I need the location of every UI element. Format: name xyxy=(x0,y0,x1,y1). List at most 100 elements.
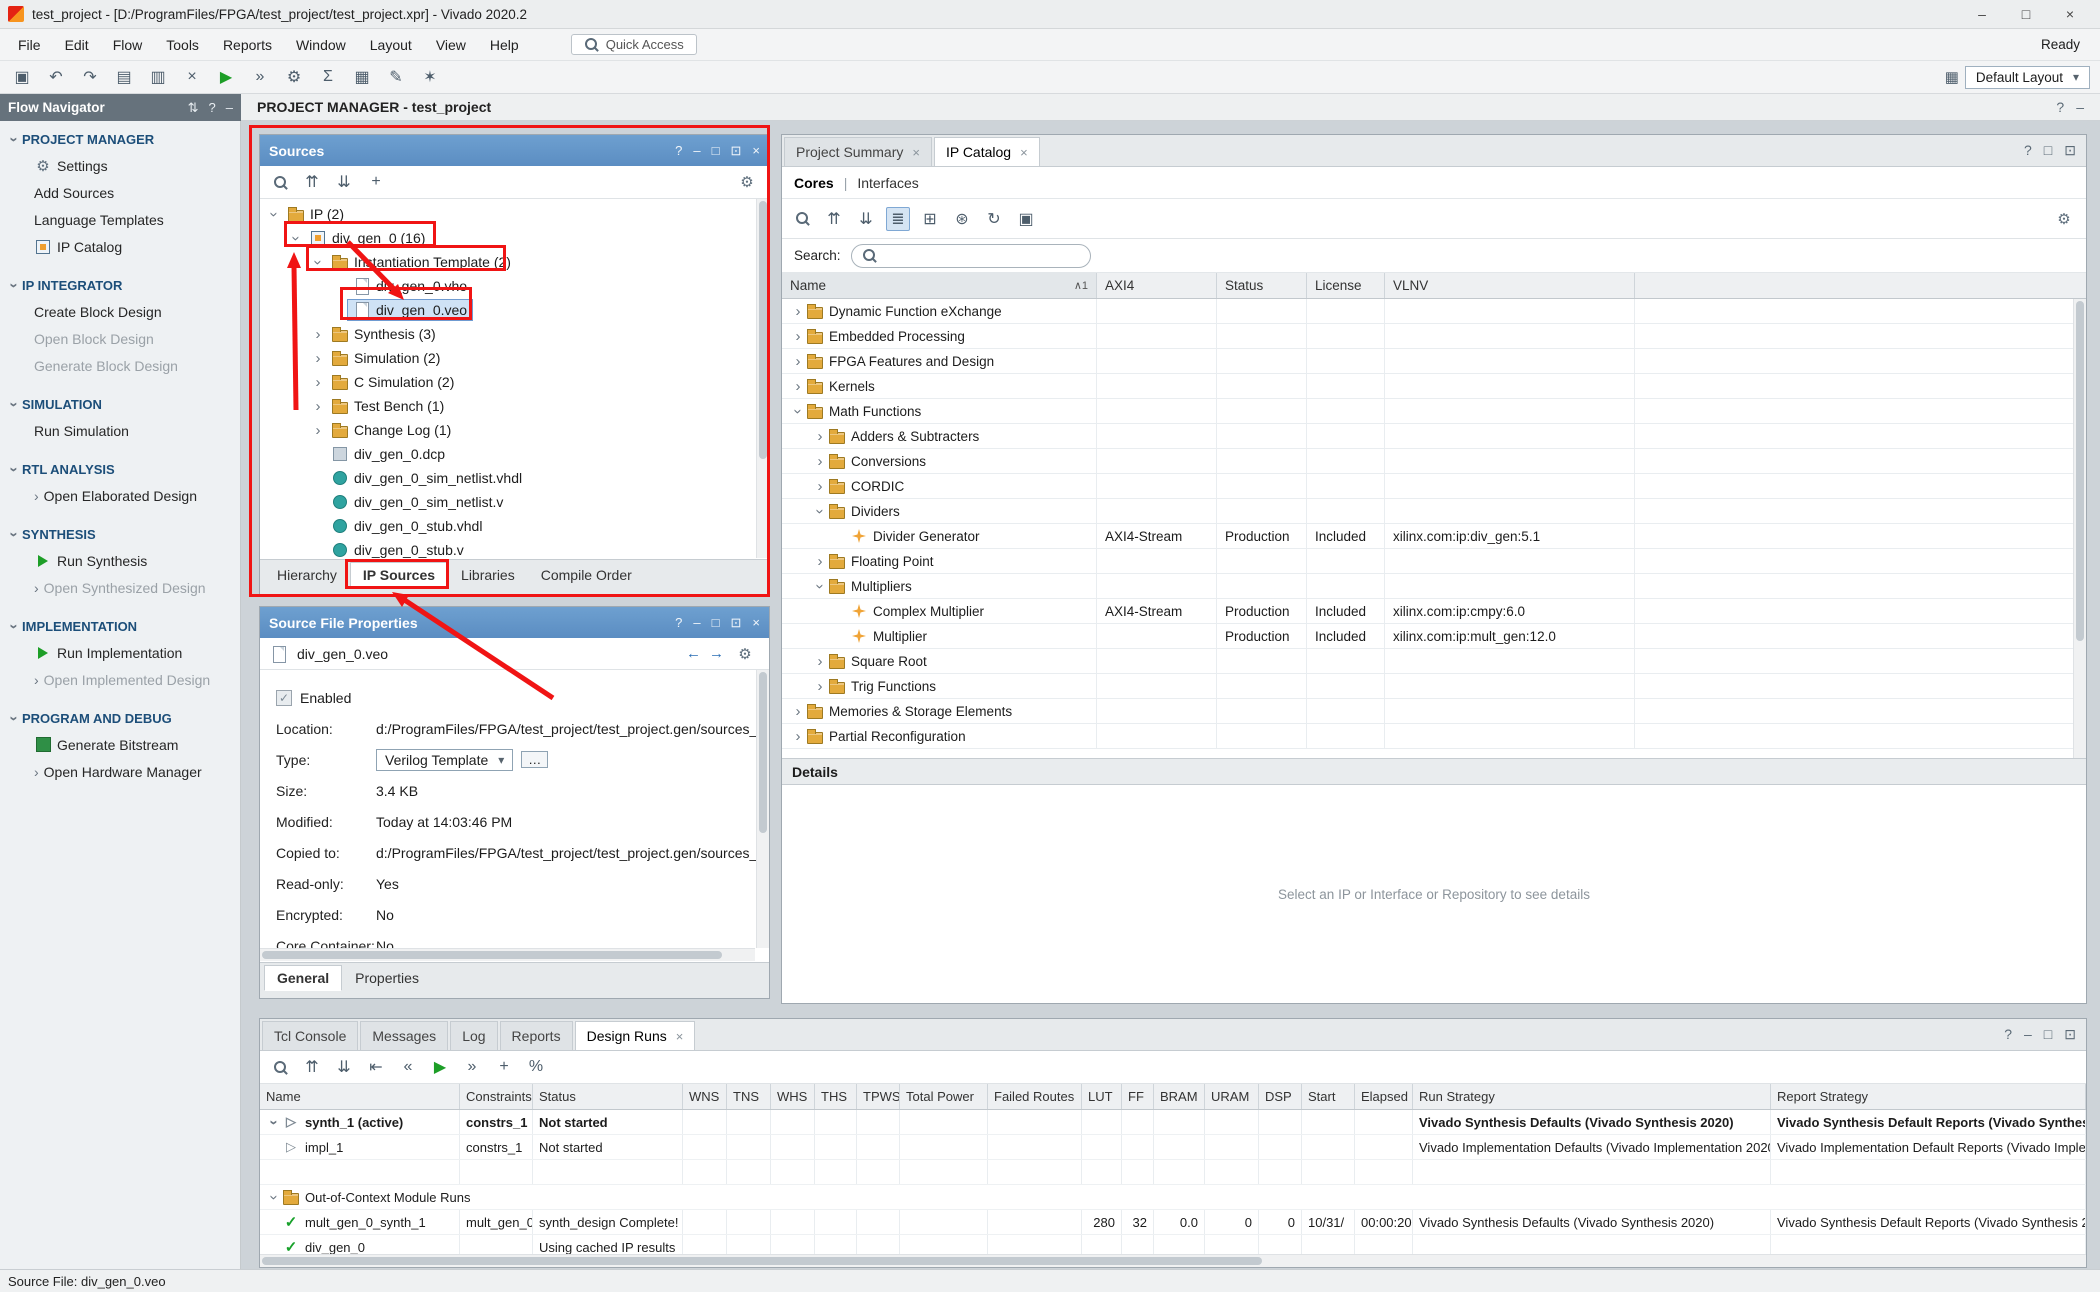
run-icon[interactable]: ▶ xyxy=(428,1055,452,1079)
catalog-scrollbar[interactable] xyxy=(2073,299,2086,758)
expander-closed-icon[interactable]: › xyxy=(812,478,828,495)
float-icon[interactable]: ⊡ xyxy=(2064,1026,2076,1043)
flow-item-ip-catalog[interactable]: IP Catalog xyxy=(0,233,240,260)
catalog-row-trig-functions[interactable]: ›Trig Functions xyxy=(782,674,2086,699)
window-maximize-button[interactable]: □ xyxy=(2004,1,2048,28)
step-back-icon[interactable]: « xyxy=(396,1055,420,1079)
catalog-row-adders-subtracters[interactable]: ›Adders & Subtracters xyxy=(782,424,2086,449)
tree-item-div-gen-0-16[interactable]: ›div_gen_0 (16) xyxy=(260,226,769,250)
help-icon[interactable]: ? xyxy=(2024,142,2032,159)
collapse-all-icon[interactable]: ⇈ xyxy=(300,170,324,194)
tree-item-div-gen-0-stub-v[interactable]: ·div_gen_0_stub.v xyxy=(260,538,769,559)
tree-item-ip-2[interactable]: ›IP (2) xyxy=(260,202,769,226)
maximize-icon[interactable]: □ xyxy=(712,143,720,159)
flow-item-open-hardware-manager[interactable]: ›Open Hardware Manager xyxy=(0,758,240,785)
tree-item-simulation-2[interactable]: ›Simulation (2) xyxy=(260,346,769,370)
sum-icon[interactable]: Σ xyxy=(316,65,340,89)
float-icon[interactable]: ⊡ xyxy=(731,143,742,159)
tree-item-synthesis-3[interactable]: ›Synthesis (3) xyxy=(260,322,769,346)
column-header-vlnv[interactable]: VLNV xyxy=(1385,273,1635,298)
flow-item-add-sources[interactable]: Add Sources xyxy=(0,179,240,206)
flow-item-open-elaborated-design[interactable]: ›Open Elaborated Design xyxy=(0,482,240,509)
catalog-row-memories-storage-elements[interactable]: ›Memories & Storage Elements xyxy=(782,699,2086,724)
enabled-checkbox[interactable]: ✓ xyxy=(276,690,292,706)
expander-closed-icon[interactable]: › xyxy=(812,653,828,670)
column-header-start[interactable]: Start xyxy=(1302,1084,1355,1109)
catalog-row-floating-point[interactable]: ›Floating Point xyxy=(782,549,2086,574)
column-header-bram[interactable]: BRAM xyxy=(1154,1084,1205,1109)
help-icon[interactable]: ? xyxy=(209,100,216,116)
expander-closed-icon[interactable]: › xyxy=(790,728,806,745)
copy-icon[interactable]: ▥ xyxy=(146,65,170,89)
expander-closed-icon[interactable]: › xyxy=(790,378,806,395)
expander-closed-icon[interactable]: › xyxy=(310,350,326,367)
column-header-license[interactable]: License xyxy=(1307,273,1385,298)
flow-item-create-block-design[interactable]: Create Block Design xyxy=(0,298,240,325)
properties-tab-general[interactable]: General xyxy=(264,965,342,991)
catalog-row-multipliers[interactable]: ›Multipliers xyxy=(782,574,2086,599)
save-icon[interactable]: ▣ xyxy=(10,65,34,89)
catalog-row-dividers[interactable]: ›Dividers xyxy=(782,499,2086,524)
column-header-constraints[interactable]: Constraints xyxy=(460,1084,533,1109)
collapse-all-icon[interactable]: ⇈ xyxy=(300,1055,324,1079)
flow-item-open-synthesized-design[interactable]: ›Open Synthesized Design xyxy=(0,574,240,601)
flow-section-header-synthesis[interactable]: ›SYNTHESIS xyxy=(0,522,240,547)
search-icon[interactable] xyxy=(268,170,292,194)
settings-icon[interactable]: ⚙ xyxy=(282,65,306,89)
tree-item-c-simulation-2[interactable]: ›C Simulation (2) xyxy=(260,370,769,394)
float-icon[interactable]: ⊡ xyxy=(2064,142,2076,159)
tree-item-change-log-1[interactable]: ›Change Log (1) xyxy=(260,418,769,442)
properties-hscrollbar[interactable] xyxy=(260,948,755,961)
tab-log[interactable]: Log xyxy=(450,1021,497,1050)
expander-closed-icon[interactable]: › xyxy=(790,703,806,720)
menu-tools[interactable]: Tools xyxy=(154,32,211,58)
save-file-icon[interactable]: ▤ xyxy=(112,65,136,89)
flow-item-open-block-design[interactable]: Open Block Design xyxy=(0,325,240,352)
window-close-button[interactable]: × xyxy=(2048,1,2092,28)
flow-item-generate-bitstream[interactable]: Generate Bitstream xyxy=(0,731,240,758)
properties-tab-properties[interactable]: Properties xyxy=(342,965,432,991)
menu-flow[interactable]: Flow xyxy=(101,32,155,58)
sources-scrollbar[interactable] xyxy=(756,199,769,558)
subtab-interfaces[interactable]: Interfaces xyxy=(857,175,918,191)
scrollbar-thumb[interactable] xyxy=(759,201,767,459)
tab-reports[interactable]: Reports xyxy=(500,1021,573,1050)
sources-tab-compile-order[interactable]: Compile Order xyxy=(528,562,645,588)
flow-item-run-implementation[interactable]: Run Implementation xyxy=(0,639,240,666)
gear-icon[interactable]: ⚙ xyxy=(738,173,756,191)
column-header-dsp[interactable]: DSP xyxy=(1259,1084,1302,1109)
scrollbar-thumb[interactable] xyxy=(262,1257,1262,1265)
gear-icon[interactable]: ⚙ xyxy=(2055,210,2073,228)
menu-layout[interactable]: Layout xyxy=(358,32,424,58)
expander-closed-icon[interactable]: › xyxy=(790,353,806,370)
properties-icon[interactable]: ▣ xyxy=(1014,207,1038,231)
run-row-synth-1-active[interactable]: ›▷synth_1 (active)constrs_1Not startedVi… xyxy=(260,1110,2086,1135)
redo-icon[interactable]: ↷ xyxy=(78,65,102,89)
run-row-mult-gen-0-synth-1[interactable]: ·✓mult_gen_0_synth_1mult_gen_0synth_desi… xyxy=(260,1210,2086,1235)
float-icon[interactable]: ⊡ xyxy=(731,615,742,631)
column-header-status[interactable]: Status xyxy=(533,1084,683,1109)
catalog-row-cordic[interactable]: ›CORDIC xyxy=(782,474,2086,499)
tree-item-div-gen-0-sim-netlist-vhdl[interactable]: ·div_gen_0_sim_netlist.vhdl xyxy=(260,466,769,490)
hierarchy-view-icon[interactable]: ≣ xyxy=(886,207,910,231)
layout-selector[interactable]: Default Layout ▾ xyxy=(1965,66,2090,89)
expander-closed-icon[interactable]: › xyxy=(812,428,828,445)
tree-item-div-gen-0-veo[interactable]: ·div_gen_0.veo xyxy=(260,298,769,322)
close-icon[interactable]: × xyxy=(752,143,760,159)
catalog-row-embedded-processing[interactable]: ›Embedded Processing xyxy=(782,324,2086,349)
sources-tab-ip-sources[interactable]: IP Sources xyxy=(350,562,448,588)
tree-item-test-bench-1[interactable]: ›Test Bench (1) xyxy=(260,394,769,418)
expander-closed-icon[interactable]: › xyxy=(310,326,326,343)
expander-closed-icon[interactable]: › xyxy=(812,553,828,570)
column-header-report-strategy[interactable]: Report Strategy xyxy=(1771,1084,2086,1109)
edit-icon[interactable]: ✎ xyxy=(384,65,408,89)
run-icon[interactable]: ▶ xyxy=(214,65,238,89)
flow-section-header-implementation[interactable]: ›IMPLEMENTATION xyxy=(0,614,240,639)
catalog-row-multiplier[interactable]: ·MultiplierProductionIncludedxilinx.com:… xyxy=(782,624,2086,649)
menu-window[interactable]: Window xyxy=(284,32,358,58)
column-header-ths[interactable]: THS xyxy=(815,1084,857,1109)
tab-project-summary[interactable]: Project Summary× xyxy=(784,137,932,166)
expander-closed-icon[interactable]: › xyxy=(790,328,806,345)
sources-tab-libraries[interactable]: Libraries xyxy=(448,562,528,588)
back-arrow-icon[interactable]: ← xyxy=(686,645,701,662)
